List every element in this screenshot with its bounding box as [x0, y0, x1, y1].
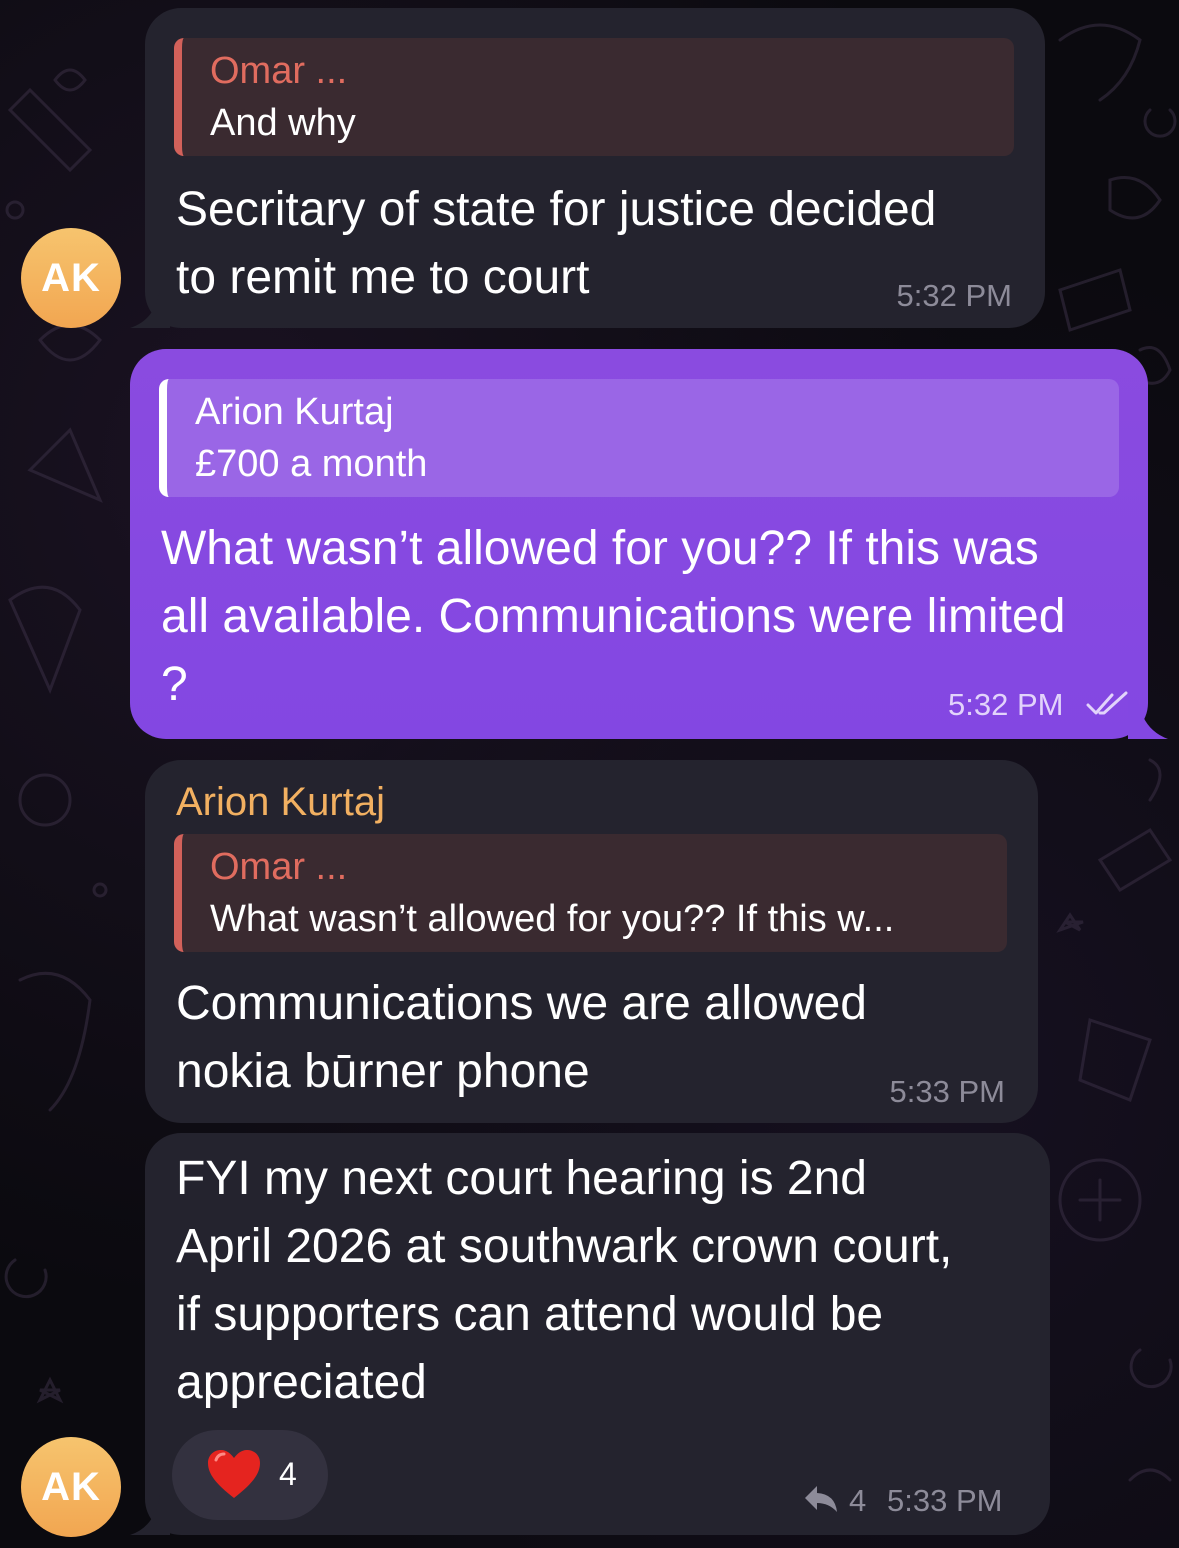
message-bubble-outgoing[interactable]: Arion Kurtaj £700 a month What wasn’t al…: [130, 349, 1148, 739]
message-line: to remit me to court: [176, 251, 590, 304]
heart-icon: [208, 1450, 260, 1498]
message-time: 5:33 PM: [887, 1483, 1003, 1518]
message-text: What wasn’t allowed for you?? If this wa…: [161, 515, 1065, 719]
message-time: 5:32 PM: [896, 278, 1012, 313]
bubble-tail: [130, 290, 170, 328]
reply-quote[interactable]: Arion Kurtaj £700 a month: [159, 379, 1119, 497]
double-check-icon: [1086, 691, 1128, 715]
bubble-tail: [130, 1495, 170, 1535]
message-time: 5:32 PM: [948, 687, 1064, 722]
message-text: Secritary of state for justice decided t…: [176, 176, 936, 312]
reaction-chip[interactable]: 4: [172, 1430, 328, 1520]
message-time: 5:33 PM: [889, 1074, 1005, 1109]
message-text: FYI my next court hearing is 2nd April 2…: [176, 1145, 952, 1417]
reply-arrow-icon: [805, 1486, 837, 1512]
bubble-tail: [1128, 700, 1168, 739]
message-line: nokia būrner phone: [176, 1045, 590, 1098]
message-line: all available. Communications were limit…: [161, 590, 1066, 643]
message-line: What wasn’t allowed for you?? If this wa…: [161, 522, 1039, 575]
avatar[interactable]: AK: [21, 1437, 121, 1537]
message-line: FYI my next court hearing is 2nd: [176, 1152, 867, 1205]
message-line: ?: [161, 658, 188, 711]
message-bubble[interactable]: Arion Kurtaj Omar ... What wasn’t allowe…: [145, 760, 1038, 1123]
message-line: appreciated: [176, 1356, 427, 1409]
message-line: Secritary of state for justice decided: [176, 183, 937, 236]
reply-author: Omar ...: [210, 846, 348, 888]
message-line: Communications we are allowed: [176, 977, 867, 1030]
reply-quote[interactable]: Omar ... And why: [174, 38, 1014, 156]
replies-count[interactable]: 4: [849, 1483, 866, 1519]
reaction-count: 4: [279, 1456, 297, 1492]
message-line: if supporters can attend would be: [176, 1288, 884, 1341]
sender-name[interactable]: Arion Kurtaj: [176, 780, 385, 825]
message-text: Communications we are allowed nokia būrn…: [176, 970, 867, 1106]
message-line: April 2026 at southwark crown court,: [176, 1220, 953, 1273]
message-bubble[interactable]: Omar ... And why Secritary of state for …: [145, 8, 1045, 328]
reply-author: Omar ...: [210, 50, 348, 92]
avatar[interactable]: AK: [21, 228, 121, 328]
reply-snippet: £700 a month: [195, 443, 428, 485]
chat-view: Omar ... And why Secritary of state for …: [0, 0, 1179, 1548]
reply-author: Arion Kurtaj: [195, 391, 394, 433]
reply-quote[interactable]: Omar ... What wasn’t allowed for you?? I…: [174, 834, 1007, 952]
reply-snippet: What wasn’t allowed for you?? If this w.…: [210, 898, 895, 940]
reply-snippet: And why: [210, 102, 356, 144]
